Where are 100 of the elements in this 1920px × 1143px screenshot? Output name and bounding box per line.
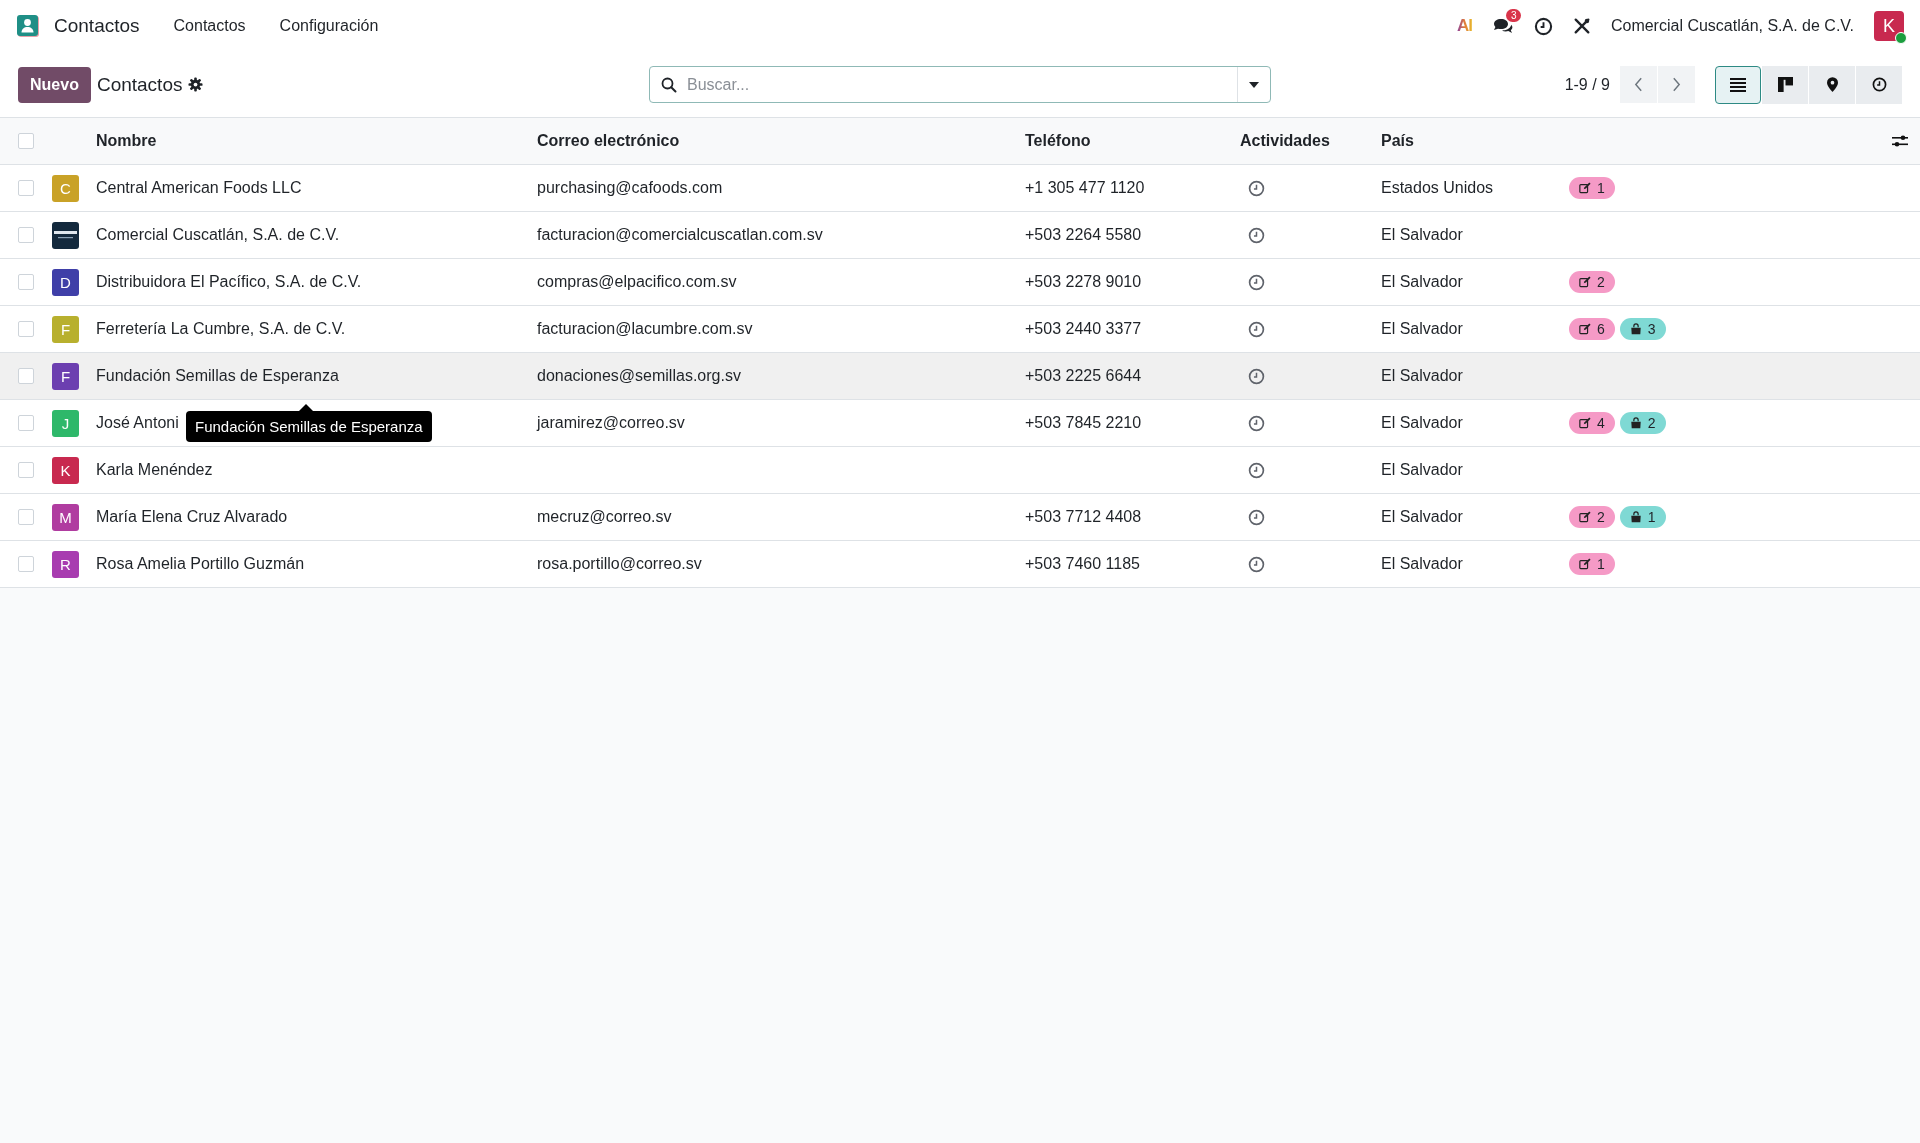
note-count-badge[interactable]: 4 (1569, 412, 1615, 434)
contacts-app-icon[interactable] (16, 14, 40, 38)
table-row[interactable]: K Karla Menéndez El Salvador (0, 447, 1920, 494)
menu-item[interactable]: Configuración (267, 13, 391, 39)
country-cell-text: Estados Unidos (1381, 179, 1495, 197)
clock-icon[interactable] (1248, 414, 1265, 432)
phone-cell: +503 7845 2210 (1025, 414, 1142, 431)
column-header[interactable]: Teléfono (1025, 132, 1240, 150)
column-header[interactable]: Actividades (1240, 132, 1381, 150)
tooltip-arrow (299, 404, 313, 411)
contact-name: Rosa Amelia Portillo Guzmán (96, 555, 305, 572)
tools-icon[interactable] (1572, 17, 1591, 35)
clock-icon[interactable] (1248, 320, 1265, 338)
table-row[interactable]: C Central American Foods LLC purchasing@cafoods.com +1 305 477 1120 Estados Unidos 1 (0, 165, 1920, 212)
country-cell-text: El Salvador (1381, 508, 1464, 526)
country-cell-text: El Salvador (1381, 555, 1464, 573)
table-row[interactable]: D Distribuidora El Pacífico, S.A. de C.V. compras@elpacifico.com.sv +503 2278 9010 El Salvador 2 (0, 259, 1920, 306)
note-count-badge[interactable]: 1 (1569, 553, 1615, 575)
column-header[interactable]: Nombre (96, 132, 537, 150)
phone-cell: +503 2264 5580 (1025, 226, 1142, 243)
country-cell-text: El Salvador (1381, 320, 1464, 338)
table-row[interactable]: F Fundación Semillas de Esperanza donaciones@semillas.org.sv +503 2225 6644 El Salvador (0, 353, 1920, 400)
contact-name: Central American Foods LLC (96, 179, 302, 196)
view-switch-button[interactable] (1809, 65, 1855, 104)
purchase-count-badge[interactable]: 3 (1619, 318, 1666, 340)
email-cell: mecruz@correo.sv (537, 508, 672, 525)
country-cell-text: El Salvador (1381, 226, 1464, 244)
column-header[interactable]: Correo electrónico (537, 132, 1025, 150)
view-switch-button[interactable] (1856, 65, 1902, 104)
email-cell: donaciones@semillas.org.sv (537, 367, 741, 384)
row-checkbox[interactable] (18, 321, 34, 337)
clock-icon[interactable] (1248, 226, 1265, 244)
email-cell: facturacion@lacumbre.com.sv (537, 320, 753, 337)
purchase-count-badge[interactable]: 1 (1619, 506, 1666, 528)
map-pin-icon (1826, 77, 1838, 92)
user-avatar[interactable]: K (1874, 11, 1904, 41)
view-switch-button[interactable] (1762, 65, 1808, 104)
email-cell: purchasing@cafoods.com (537, 179, 723, 196)
row-checkbox[interactable] (18, 415, 34, 431)
avatar: M (52, 503, 79, 531)
row-checkbox[interactable] (18, 462, 34, 478)
clock-icon (1871, 77, 1887, 92)
row-checkbox[interactable] (18, 368, 34, 384)
select-all-checkbox[interactable] (18, 133, 34, 149)
notification-badge: 3 (1505, 9, 1522, 22)
avatar: K (52, 456, 79, 484)
country-cell-text: El Salvador (1381, 461, 1464, 479)
email-cell: rosa.portillo@correo.sv (537, 555, 702, 572)
chat-icon[interactable] (1491, 17, 1514, 35)
tooltip: Fundación Semillas de Esperanza (186, 411, 432, 442)
contact-name: José Antoni (96, 414, 179, 431)
row-checkbox[interactable] (18, 274, 34, 290)
clock-icon[interactable] (1533, 16, 1553, 36)
row-checkbox[interactable] (18, 509, 34, 525)
note-count-badge[interactable]: 1 (1569, 177, 1615, 199)
column-header[interactable]: País (1381, 132, 1569, 150)
phone-cell: +503 2440 3377 (1025, 320, 1142, 337)
clock-icon[interactable] (1248, 179, 1265, 197)
contact-name: Fundación Semillas de Esperanza (96, 367, 339, 384)
list-icon (1730, 77, 1746, 92)
table-row[interactable]: Comercial Cuscatlán, S.A. de C.V. facturacion@comercialcuscatlan.com.sv +503 2264 5580 El Salvador (0, 212, 1920, 259)
avatar: F (52, 362, 79, 390)
avatar: F (52, 315, 79, 343)
country-cell-text: El Salvador (1381, 367, 1464, 385)
app-name[interactable]: Contactos (54, 15, 140, 37)
clock-icon[interactable] (1248, 273, 1265, 291)
avatar: J (52, 409, 79, 437)
phone-cell: +1 305 477 1120 (1025, 179, 1145, 196)
note-count-badge[interactable]: 2 (1569, 506, 1615, 528)
phone-cell: +503 7460 1185 (1025, 555, 1140, 572)
phone-cell: +503 2225 6644 (1025, 367, 1142, 384)
search-bar[interactable]: Buscar... (649, 66, 1271, 103)
view-switch-button[interactable] (1715, 65, 1761, 104)
search-input[interactable]: Buscar... (685, 74, 1237, 95)
clock-icon[interactable] (1248, 508, 1265, 526)
table-row[interactable]: M María Elena Cruz Alvarado mecruz@correo.sv +503 7712 4408 El Salvador 2 1 (0, 494, 1920, 541)
chevron-right-icon (1672, 77, 1681, 92)
avatar: C (52, 174, 79, 202)
search-icon (661, 76, 677, 93)
email-cell: compras@elpacifico.com.sv (537, 273, 737, 290)
clock-icon[interactable] (1248, 555, 1265, 573)
contact-name: Karla Menéndez (96, 461, 213, 478)
row-checkbox[interactable] (18, 180, 34, 196)
menu-item[interactable]: Contactos (161, 13, 258, 39)
new-button[interactable]: Nuevo (18, 66, 91, 103)
note-count-badge[interactable]: 2 (1569, 271, 1615, 293)
row-checkbox[interactable] (18, 227, 34, 243)
pager-value[interactable]: 1-9 / 9 (1564, 75, 1610, 94)
column-options-icon[interactable] (1892, 134, 1908, 148)
company-switcher[interactable]: Comercial Cuscatlán, S.A. de C.V. (1610, 17, 1854, 35)
breadcrumb-title: Contactos (96, 73, 183, 96)
purchase-count-badge[interactable]: 2 (1619, 412, 1666, 434)
note-count-badge[interactable]: 6 (1569, 318, 1615, 340)
company-logo-icon (52, 221, 79, 249)
contact-name: Distribuidora El Pacífico, S.A. de C.V. (96, 273, 362, 290)
settings-icon[interactable] (188, 77, 204, 92)
table-row[interactable]: R Rosa Amelia Portillo Guzmán rosa.portillo@correo.sv +503 7460 1185 El Salvador 1 (0, 541, 1920, 588)
row-checkbox[interactable] (18, 556, 34, 572)
clock-icon[interactable] (1248, 461, 1265, 479)
chevron-left-icon (1634, 77, 1643, 92)
